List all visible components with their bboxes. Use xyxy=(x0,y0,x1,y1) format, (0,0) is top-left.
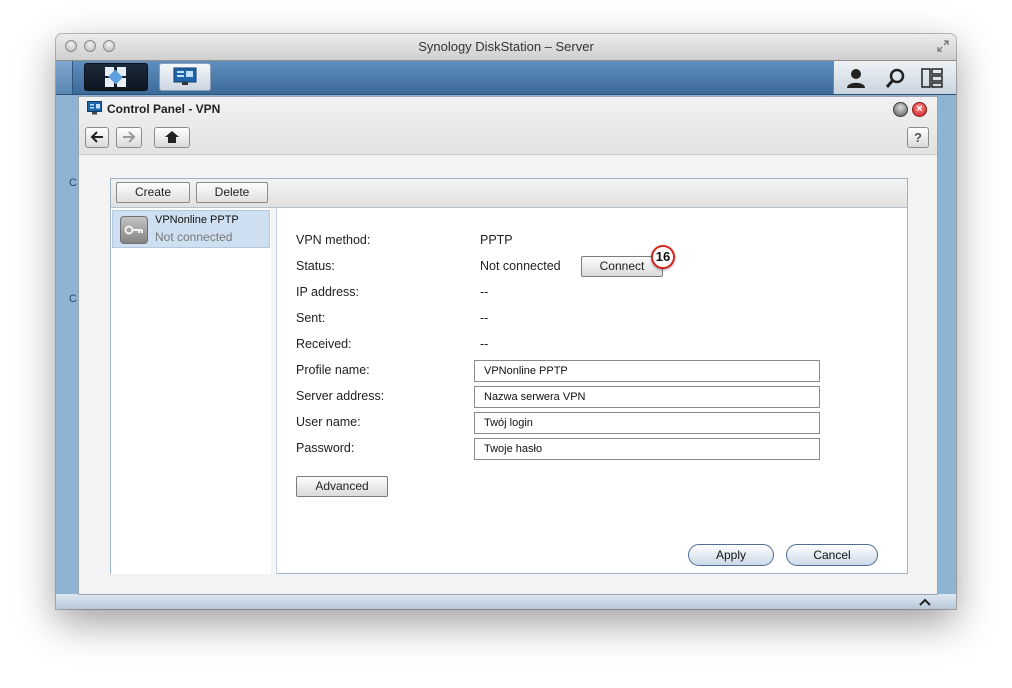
vpn-method-label: VPN method: xyxy=(296,233,371,247)
vpn-profile-name: VPNonline PPTP xyxy=(155,214,239,226)
received-label: Received: xyxy=(296,337,352,351)
mac-window-title: Synology DiskStation – Server xyxy=(418,39,594,54)
control-panel-icon xyxy=(87,101,102,115)
arrow-left-icon xyxy=(90,131,103,143)
taskbar-right-tray xyxy=(833,61,956,94)
vpn-profile-list: VPNonline PPTP Not connected xyxy=(111,208,272,574)
main-menu-button[interactable] xyxy=(84,63,148,91)
profile-name-label: Profile name: xyxy=(296,363,370,377)
widgets-icon[interactable] xyxy=(921,67,943,89)
dsm-taskbar xyxy=(56,61,956,95)
control-panel-header: Control Panel - VPN × ? xyxy=(79,97,937,155)
vpn-profile-item[interactable]: VPNonline PPTP Not connected xyxy=(112,210,270,248)
control-panel-taskbar-button[interactable] xyxy=(159,63,211,91)
vpn-toolbar: Create Delete xyxy=(111,179,907,208)
sent-label: Sent: xyxy=(296,311,326,325)
home-button[interactable] xyxy=(154,127,190,148)
taskbar-edge xyxy=(56,61,73,94)
search-icon[interactable] xyxy=(885,67,907,89)
background-letter: C xyxy=(69,177,77,189)
vpn-method-value: PPTP xyxy=(480,233,513,247)
app-grid-icon xyxy=(105,67,126,87)
server-address-label: Server address: xyxy=(296,389,385,403)
vpn-profile-status: Not connected xyxy=(155,230,233,244)
background-letter: C xyxy=(69,293,77,305)
profile-name-field[interactable] xyxy=(474,360,820,382)
close-icon[interactable]: × xyxy=(912,102,927,117)
control-panel-window: Control Panel - VPN × ? Create Delete VP… xyxy=(78,96,938,595)
user-name-label: User name: xyxy=(296,415,361,429)
user-name-field[interactable] xyxy=(474,412,820,434)
minimize-icon[interactable] xyxy=(893,102,908,117)
step-callout-badge: 16 xyxy=(651,245,675,269)
user-icon[interactable] xyxy=(845,67,867,89)
ip-address-label: IP address: xyxy=(296,285,360,299)
cancel-button[interactable]: Cancel xyxy=(786,544,878,566)
back-button[interactable] xyxy=(85,127,109,148)
vpn-panel: Create Delete VPNonline PPTP Not connect… xyxy=(110,178,908,574)
delete-button[interactable]: Delete xyxy=(196,182,268,203)
sent-value: -- xyxy=(480,311,489,325)
apply-button[interactable]: Apply xyxy=(688,544,774,566)
desktop-bottom-strip xyxy=(56,594,956,609)
password-field[interactable] xyxy=(474,438,820,460)
status-label: Status: xyxy=(296,259,335,273)
advanced-button[interactable]: Advanced xyxy=(296,476,388,497)
home-icon xyxy=(165,131,179,143)
help-button[interactable]: ? xyxy=(907,127,929,148)
window-title: Control Panel - VPN xyxy=(107,102,221,116)
vpn-icon xyxy=(120,216,148,244)
arrow-right-icon xyxy=(123,131,136,143)
server-address-field[interactable] xyxy=(474,386,820,408)
control-panel-icon xyxy=(173,67,197,85)
vpn-details: VPN method: PPTP Status: Not connected C… xyxy=(277,208,908,574)
status-value: Not connected xyxy=(480,259,561,273)
received-value: -- xyxy=(480,337,489,351)
fullscreen-icon[interactable] xyxy=(936,39,950,53)
chevron-up-icon[interactable] xyxy=(918,597,932,607)
password-label: Password: xyxy=(296,441,355,455)
mac-titlebar: Synology DiskStation – Server xyxy=(56,34,956,61)
create-button[interactable]: Create xyxy=(116,182,190,203)
ip-address-value: -- xyxy=(480,285,489,299)
forward-button[interactable] xyxy=(116,127,142,148)
